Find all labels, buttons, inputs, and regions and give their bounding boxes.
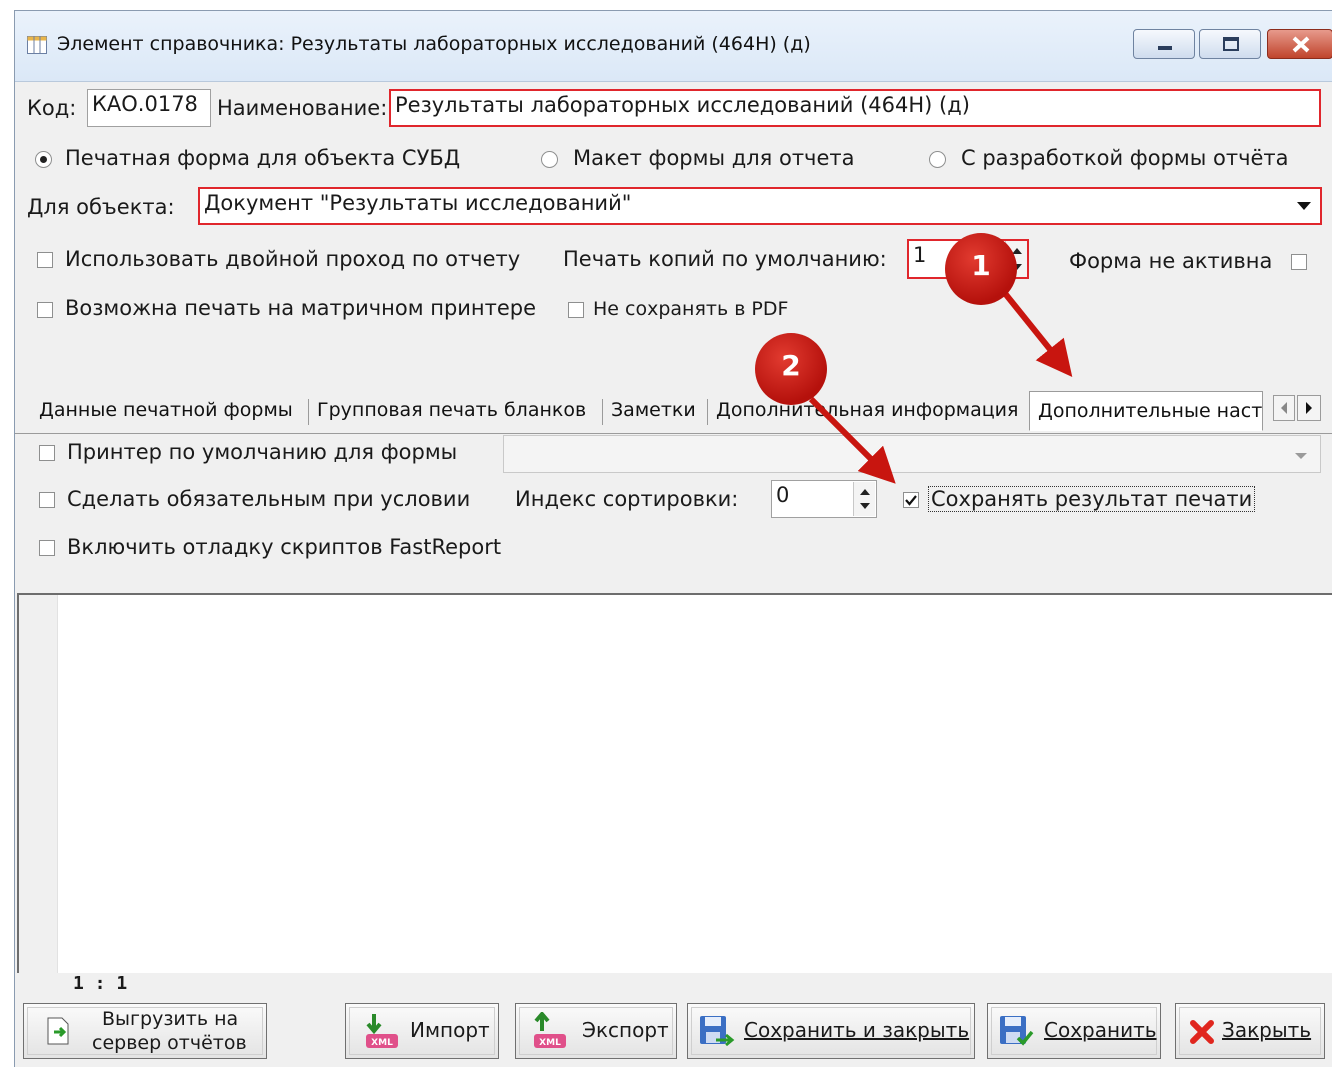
annotation-badge-2: 2 bbox=[755, 333, 827, 405]
form-window: Элемент справочника: Результаты лаборато… bbox=[14, 10, 1332, 1067]
annotation-arrows bbox=[808, 279, 1073, 484]
annotation-badge-1: 1 bbox=[945, 233, 1017, 305]
